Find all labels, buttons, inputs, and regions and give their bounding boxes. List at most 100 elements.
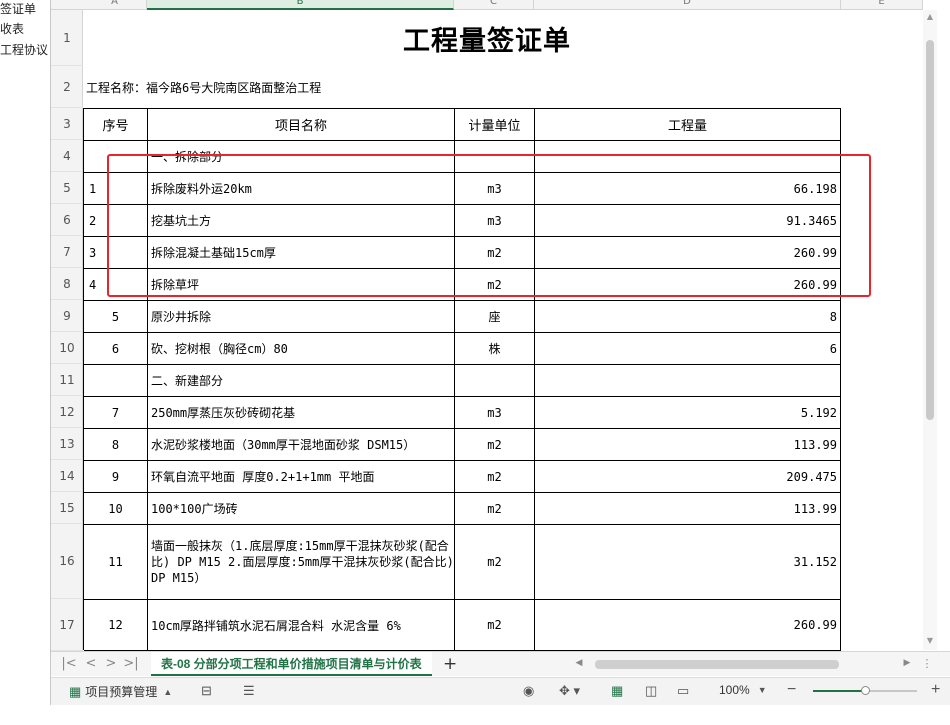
row-number[interactable]: 12 — [51, 396, 83, 428]
cell-seq[interactable]: 5 — [84, 301, 148, 333]
sheet-tab-active[interactable]: 表-08 分部分项工程和单价措施项目清单与计价表 — [151, 652, 432, 676]
header-seq[interactable]: 序号 — [84, 109, 148, 141]
cell-item-name[interactable]: 水泥砂浆楼地面（30mm厚干混地面砂浆 DSM15） — [148, 429, 455, 461]
page-break-icon[interactable]: ▭ — [677, 683, 689, 699]
horizontal-scroll-thumb[interactable] — [595, 660, 839, 669]
cell-quantity[interactable]: 5.192 — [535, 397, 841, 429]
scroll-right-icon[interactable]: ▶ — [899, 658, 915, 668]
row-number[interactable]: 6 — [51, 204, 83, 236]
column-header-c[interactable]: C — [454, 0, 534, 10]
cell-quantity[interactable]: 8 — [535, 301, 841, 333]
cell-unit[interactable] — [455, 365, 535, 397]
document-list-icon[interactable]: ☰ — [243, 683, 255, 699]
cell-item-name[interactable]: 10cm厚路拌铺筑水泥石屑混合料 水泥含量 6% — [148, 600, 455, 651]
first-sheet-icon[interactable]: |< — [61, 656, 77, 671]
vertical-scrollbar[interactable]: ▲ ▼ — [923, 10, 937, 650]
row-number[interactable]: 11 — [51, 364, 83, 396]
left-panel-item[interactable]: 签证单 — [0, 0, 36, 17]
normal-view-icon[interactable]: ▦ — [611, 683, 623, 699]
header-unit[interactable]: 计量单位 — [455, 109, 535, 141]
column-header-b[interactable]: B — [147, 0, 454, 10]
cell-seq[interactable] — [84, 365, 148, 397]
row-number[interactable]: 1 — [51, 10, 83, 66]
cell-item-name[interactable]: 250mm厚蒸压灰砂砖砌花基 — [148, 397, 455, 429]
row-number[interactable]: 13 — [51, 428, 83, 460]
column-header-e[interactable]: E — [841, 0, 923, 10]
plus-icon[interactable]: + — [443, 654, 457, 674]
cell-quantity[interactable]: 260.99 — [535, 600, 841, 651]
scroll-left-icon[interactable]: ◀ — [571, 658, 587, 668]
scroll-up-icon[interactable]: ▲ — [925, 12, 935, 22]
left-panel-item[interactable]: 工程协议 — [0, 41, 48, 58]
zoom-in-icon[interactable]: + — [931, 681, 940, 699]
cell-quantity[interactable]: 209.475 — [535, 461, 841, 493]
project-name-cell[interactable]: 工程名称：福今路6号大院南区路面整治工程 — [83, 66, 891, 108]
zoom-out-icon[interactable]: − — [787, 681, 796, 699]
row-number[interactable]: 2 — [51, 66, 83, 108]
row-header-column: 1 2 3 4 5 6 7 8 9 10 11 12 13 14 15 16 1… — [51, 10, 83, 651]
row-number[interactable]: 4 — [51, 140, 83, 172]
row-number[interactable]: 3 — [51, 108, 83, 140]
row-number[interactable]: 9 — [51, 300, 83, 332]
cell-unit[interactable]: m2 — [455, 525, 535, 600]
row-number[interactable]: 7 — [51, 236, 83, 268]
horizontal-scrollbar[interactable] — [591, 660, 921, 669]
vertical-scroll-thumb[interactable] — [926, 40, 934, 420]
cell-unit[interactable]: 株 — [455, 333, 535, 365]
zoom-value: 100% — [719, 683, 750, 697]
prev-sheet-icon[interactable]: < — [83, 656, 99, 671]
cell-seq[interactable]: 12 — [84, 600, 148, 651]
cell-quantity[interactable]: 6 — [535, 333, 841, 365]
header-quantity[interactable]: 工程量 — [535, 109, 841, 141]
eye-icon[interactable]: ◉ — [523, 683, 534, 699]
zoom-slider-fill — [813, 690, 865, 692]
scroll-down-icon[interactable]: ▼ — [925, 636, 935, 646]
cell-item-name[interactable]: 墙面一般抹灰（1.底层厚度:15mm厚干混抹灰砂浆(配合比) DP M15 2.… — [148, 525, 455, 600]
sheet-tab-bar: |< < > >| 表-08 分部分项工程和单价措施项目清单与计价表 + ◀ ▶… — [51, 651, 950, 676]
cell-quantity[interactable]: 113.99 — [535, 493, 841, 525]
cell-quantity[interactable]: 31.152 — [535, 525, 841, 600]
zoom-level[interactable]: 100% ▼ — [719, 683, 767, 697]
cell-unit[interactable]: m2 — [455, 461, 535, 493]
cell-item-name[interactable]: 砍、挖树根（胸径cm）80 — [148, 333, 455, 365]
column-header-a[interactable]: A — [83, 0, 147, 10]
page-layout-icon[interactable]: ◫ — [645, 683, 657, 699]
cell-seq[interactable]: 8 — [84, 429, 148, 461]
cell-seq[interactable]: 10 — [84, 493, 148, 525]
cell-seq[interactable]: 7 — [84, 397, 148, 429]
cell-item-name[interactable]: 二、新建部分 — [148, 365, 455, 397]
form-icon[interactable]: ⊟ — [201, 683, 212, 699]
cell-seq[interactable]: 6 — [84, 333, 148, 365]
row-number[interactable]: 15 — [51, 492, 83, 524]
cell-item-name[interactable]: 环氧自流平地面 厚度0.2+1+1mm 平地面 — [148, 461, 455, 493]
project-budget-menu[interactable]: ▦ 项目预算管理 ▲ — [69, 683, 172, 700]
header-item-name[interactable]: 项目名称 — [148, 109, 455, 141]
row-number[interactable]: 14 — [51, 460, 83, 492]
last-sheet-icon[interactable]: >| — [123, 656, 139, 671]
row-number[interactable]: 10 — [51, 332, 83, 364]
cell-seq[interactable]: 9 — [84, 461, 148, 493]
left-panel-item[interactable]: 收表 — [0, 20, 24, 37]
next-sheet-icon[interactable]: > — [103, 656, 119, 671]
cell-quantity[interactable]: 113.99 — [535, 429, 841, 461]
sheet-title[interactable]: 工程量签证单 — [83, 10, 891, 66]
cell-item-name[interactable]: 原沙井拆除 — [148, 301, 455, 333]
cell-unit[interactable]: m3 — [455, 397, 535, 429]
row-number[interactable]: 8 — [51, 268, 83, 300]
row-number[interactable]: 5 — [51, 172, 83, 204]
row-number[interactable]: 17 — [51, 599, 83, 651]
cell-unit[interactable]: 座 — [455, 301, 535, 333]
zoom-slider-knob[interactable] — [861, 686, 870, 695]
row-number[interactable]: 16 — [51, 524, 83, 599]
cell-quantity[interactable] — [535, 365, 841, 397]
column-header-d[interactable]: D — [534, 0, 841, 10]
move-cell-icon[interactable]: ✥ ▾ — [559, 683, 580, 699]
cell-item-name[interactable]: 100*100广场砖 — [148, 493, 455, 525]
split-view-icon[interactable]: ⋮ — [919, 657, 935, 670]
cell-seq[interactable]: 11 — [84, 525, 148, 600]
zoom-slider[interactable] — [813, 686, 917, 695]
chevron-up-icon: ▲ — [163, 686, 173, 697]
cell-unit[interactable]: m2 — [455, 429, 535, 461]
cell-unit[interactable]: m2 — [455, 493, 535, 525]
cell-unit[interactable]: m2 — [455, 600, 535, 651]
